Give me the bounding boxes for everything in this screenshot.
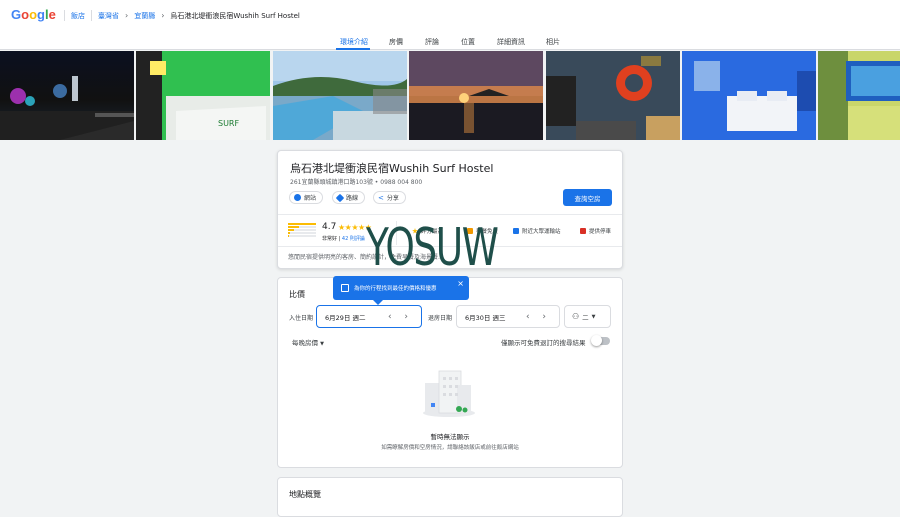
photo-rooftop[interactable] [273, 51, 407, 140]
photo-lifebuoy-room[interactable] [546, 51, 680, 140]
photo-sunset[interactable] [409, 51, 543, 140]
free-cancel-label: 僅顯示可免費退訂的搜尋結果 [501, 339, 586, 347]
tooltip-text: 為你的行程找到最佳的價格和優惠 [354, 286, 437, 292]
website-button[interactable]: 網站 [289, 191, 324, 204]
hotel-building-illustration [423, 370, 475, 417]
chevron-down-icon: ▼ [591, 313, 596, 320]
check-availability-button[interactable]: 查詢空房 [563, 189, 612, 206]
tab-reviews[interactable]: 評論 [425, 37, 439, 47]
breadcrumb-divider [64, 10, 65, 21]
location-section-title: 地點概覽 [289, 490, 321, 499]
caret-down-icon: ▼ [320, 341, 324, 347]
free-cancel-toggle[interactable] [591, 335, 610, 346]
checkin-value: 6月29日 週二 [325, 313, 366, 322]
amenity-label: 提供停車 [589, 229, 612, 235]
rating-summary: 非常好 | 42 則評論 [322, 236, 365, 242]
globe-icon [294, 194, 301, 201]
directions-button[interactable]: 路線 [332, 191, 366, 204]
date-nav-arrows-icon[interactable]: ‹ › [526, 312, 551, 322]
tab-details[interactable]: 詳細資訊 [497, 37, 525, 47]
person-icon: ⚇ [572, 312, 580, 321]
guests-value: 二 [582, 313, 589, 322]
deals-tooltip: 為你的行程找到最佳的價格和優惠 × [333, 276, 469, 305]
amenity-label: 附近大眾運輸站 [522, 229, 561, 235]
car-icon [580, 228, 586, 234]
amenity-transit: 附近大眾運輸站 [513, 227, 561, 235]
breadcrumb-divider [91, 10, 92, 21]
breadcrumb-county[interactable]: 宜蘭縣 [134, 11, 155, 21]
close-icon[interactable]: × [457, 279, 464, 288]
tab-photos[interactable]: 相片 [546, 37, 560, 47]
directions-label: 路線 [346, 195, 359, 202]
price-mode-dropdown[interactable]: 每晚房價 ▼ [292, 337, 324, 347]
photo-surf-frame[interactable] [818, 51, 900, 140]
svg-text:SURF: SURF [218, 119, 239, 128]
tab-overview[interactable]: 環境介紹 [340, 37, 368, 47]
directions-icon [335, 193, 345, 202]
location-overview-card: 地點概覽 [277, 477, 623, 517]
share-button[interactable]: < 分享 [373, 191, 406, 204]
checkout-value: 6月30日 週三 [465, 313, 506, 322]
photo-green-room[interactable]: SURF [136, 51, 270, 140]
rating-histogram [288, 223, 316, 238]
section-tabs: 環境介紹 房價 評論 位置 詳細資訊 相片 [0, 31, 900, 50]
hotel-address: 261宜蘭縣頭城鎮港口路103號 • 0988 004 800 [290, 179, 423, 186]
share-label: 分享 [386, 195, 399, 202]
top-bar: Google 飯店 臺灣省 › 宜蘭縣 › 烏石港北堤衝浪民宿Wushih Su… [0, 0, 900, 31]
checkout-date-picker[interactable]: 6月30日 週三 ‹ › [456, 305, 560, 328]
date-nav-arrows-icon[interactable]: ‹ › [388, 312, 413, 322]
breadcrumb-hotels[interactable]: 飯店 [71, 11, 85, 21]
amenity-parking: 提供停車 [580, 227, 611, 235]
breadcrumb-region[interactable]: 臺灣省 [98, 11, 119, 21]
transit-icon [513, 228, 519, 234]
chevron-right-icon: › [161, 11, 165, 20]
hotel-name: 烏石港北堤衝浪民宿Wushih Surf Hostel [290, 162, 494, 175]
card-divider [278, 214, 622, 215]
reviews-link[interactable]: 42 則評論 [342, 236, 365, 242]
breadcrumb: 飯店 臺灣省 › 宜蘭縣 › 烏石港北堤衝浪民宿Wushih Surf Host… [58, 10, 300, 21]
tab-location[interactable]: 位置 [461, 37, 475, 47]
photo-blue-bedroom[interactable] [682, 51, 816, 140]
photo-night-harbor[interactable] [0, 51, 134, 140]
toggle-knob [591, 335, 602, 346]
watermark-text: YOSUW [366, 218, 499, 278]
share-icon: < [378, 193, 384, 202]
chevron-right-icon: › [125, 11, 129, 20]
rating-word: 非常好 [322, 236, 338, 242]
no-prices-title: 暫時無法顯示 [430, 433, 470, 441]
checkout-label: 退房日期 [428, 315, 453, 322]
active-tab-indicator [336, 48, 370, 50]
per-night-label: 每晚房價 [292, 339, 318, 347]
website-label: 網站 [304, 195, 317, 202]
rating-score: 4.7 [322, 222, 337, 232]
guests-selector[interactable]: ⚇ 二 ▼ [564, 305, 611, 328]
breadcrumb-current: 烏石港北堤衝浪民宿Wushih Surf Hostel [170, 11, 300, 20]
no-prices-subtitle: 如需瞭解房價和空房情況，請聯絡該飯店或前往飯店網站 [381, 445, 519, 451]
calendar-icon [341, 284, 349, 292]
tab-prices[interactable]: 房價 [389, 37, 403, 47]
checkin-date-picker[interactable]: 6月29日 週二 ‹ › [316, 305, 422, 328]
google-logo[interactable]: Google [11, 7, 56, 22]
photo-strip: SURF [0, 51, 900, 140]
price-section-title: 比價 [289, 290, 305, 299]
checkin-label: 入住日期 [289, 315, 314, 322]
